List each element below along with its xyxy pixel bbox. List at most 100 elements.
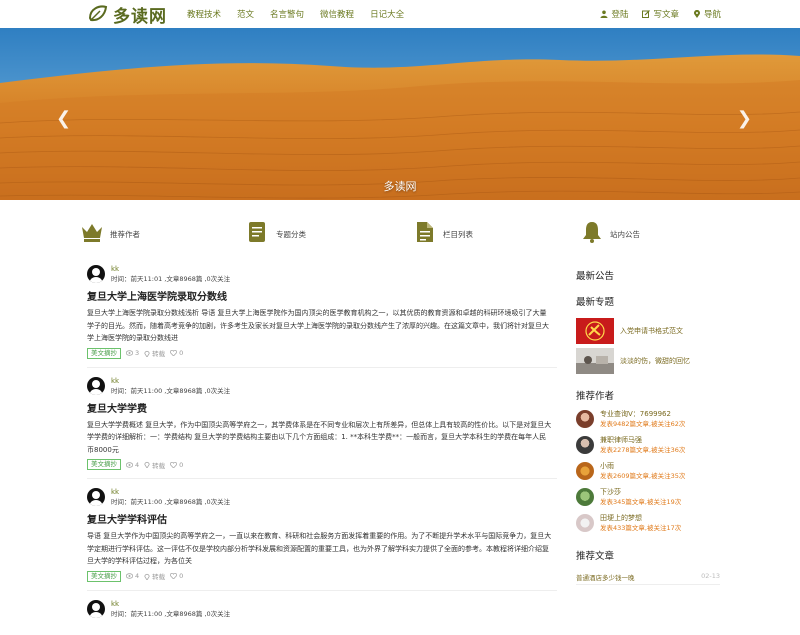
site-logo[interactable]: 多读网 (87, 2, 179, 27)
leaf-logo-icon (88, 5, 108, 22)
post-title[interactable]: 复旦大学上海医学院录取分数线 (87, 288, 557, 303)
banner-prev-arrow[interactable]: ❮ (56, 110, 71, 128)
like-count-value: 0 (179, 349, 184, 357)
post-author[interactable]: kk (111, 599, 230, 609)
topic-item[interactable]: 入党申请书格式范文 (576, 318, 720, 344)
feature-label: 专题分类 (276, 230, 306, 239)
view-count-value: 4 (135, 460, 140, 469)
desert-image (0, 28, 800, 200)
author-stats: 发表2278篇文章,被关注36次 (600, 446, 686, 454)
avatar[interactable] (87, 376, 105, 395)
feature-topic-categories[interactable]: 专题分类 (246, 220, 306, 244)
post-author[interactable]: kk (111, 264, 230, 274)
view-count: 4 (126, 461, 139, 469)
author-item[interactable]: 田埂上的梦想 发表433篇文章,被关注17次 (576, 512, 720, 534)
feature-column-list[interactable]: 栏目列表 (413, 220, 473, 244)
feature-row: 推荐作者 专题分类 栏目列表 站内公告 (80, 220, 720, 250)
header-actions: 登陆 写文章 导航 (600, 8, 721, 20)
feature-site-announcements[interactable]: 站内公告 (580, 220, 640, 244)
author-name: 小雨 (600, 462, 614, 470)
eye-icon (126, 573, 133, 579)
post-meta: kk 时间：前天11:00 ,文章8968篇 ,0次关注 (87, 376, 557, 396)
like-count[interactable]: 转载 (144, 460, 165, 470)
party-emblem-thumbnail (576, 318, 614, 344)
post-time: 时间：前天11:00 ,文章8968篇 ,0次关注 (111, 609, 231, 618)
announcements-title: 最新公告 (576, 271, 615, 282)
author-name: 兼职律师马强 (600, 436, 642, 444)
sidebar: 最新公告 最新专题 入党申请书格式范文 淡淡的伤，微甜的回忆 推荐作者 专业查询… (576, 268, 720, 585)
topic-item[interactable]: 淡淡的伤，微甜的回忆 (576, 348, 720, 374)
bell-icon (583, 222, 601, 243)
post-title[interactable]: 复旦大学学科评估 (87, 511, 557, 526)
nav-item-diary[interactable]: 日记大全 (362, 8, 412, 20)
recommended-articles-title: 推荐文章 (576, 551, 615, 562)
post-tags: 美文摘抄 3 转载 0 (87, 347, 557, 359)
write-article-link[interactable]: 写文章 (642, 8, 679, 20)
feature-label: 栏目列表 (443, 230, 473, 239)
location-icon (144, 350, 150, 357)
edit-icon (642, 10, 651, 18)
heart-count[interactable]: 0 (170, 349, 183, 357)
banner-caption: 多读网 (383, 180, 417, 193)
file-icon (417, 222, 433, 242)
hero-banner: ❮ ❯ 多读网 (0, 28, 800, 200)
post-author[interactable]: kk (111, 376, 230, 386)
category-tag[interactable]: 美文摘抄 (87, 570, 121, 582)
post-title[interactable]: 复旦大学学费 (87, 400, 557, 415)
heart-icon (170, 350, 178, 356)
post-item: kk 时间：前天11:00 ,文章8968篇 ,0次关注 (87, 599, 557, 627)
view-count-value: 3 (135, 349, 140, 357)
author-stats: 发表345篇文章,被关注19次 (600, 498, 682, 506)
post-tags: 美文摘抄 4 转载 0 (87, 459, 557, 470)
heart-count[interactable]: 0 (170, 461, 183, 469)
author-item[interactable]: 专业查询V：7699962 发表9482篇文章,被关注62次 (576, 408, 720, 430)
post-tags: 美文摘抄 4 转载 0 (87, 570, 557, 582)
nav-item-wechat[interactable]: 微信教程 (312, 8, 362, 20)
category-tag[interactable]: 美文摘抄 (87, 347, 121, 359)
author-stats: 发表9482篇文章,被关注62次 (600, 420, 686, 428)
author-item[interactable]: 兼职律师马强 发表2278篇文章,被关注36次 (576, 434, 720, 456)
login-link[interactable]: 登陆 (600, 8, 628, 20)
nav-item-essays[interactable]: 范文 (229, 8, 262, 20)
author-item[interactable]: 小雨 发表2609篇文章,被关注35次 (576, 460, 720, 482)
avatar[interactable] (87, 265, 105, 283)
topics-title: 最新专题 (576, 297, 615, 308)
like-label: 转载 (152, 461, 166, 470)
logo-text: 多读网 (113, 6, 167, 27)
category-tag[interactable]: 美文摘抄 (87, 459, 121, 470)
recommended-authors-title: 推荐作者 (576, 391, 615, 402)
banner-next-arrow[interactable]: ❯ (737, 110, 752, 128)
avatar[interactable] (87, 599, 105, 618)
nav-item-quotes[interactable]: 名言警句 (262, 8, 312, 20)
author-avatar (576, 462, 594, 480)
author-name: 田埂上的梦想 (600, 514, 642, 522)
feature-recommended-authors[interactable]: 推荐作者 (80, 220, 140, 244)
author-name: 专业查询V：7699962 (600, 410, 671, 418)
recommended-article-item[interactable]: 普通酒店多少钱一晚 02-13 (576, 572, 720, 585)
post-author[interactable]: kk (111, 487, 230, 497)
author-name: 下沙莎 (600, 488, 621, 496)
author-item[interactable]: 下沙莎 发表345篇文章,被关注19次 (576, 486, 720, 508)
post-time: 时间：前天11:00 ,文章8968篇 ,0次关注 (111, 498, 231, 506)
nav-item-tutorials[interactable]: 教程技术 (179, 8, 229, 20)
post-meta: kk 时间：前天11:00 ,文章8968篇 ,0次关注 (87, 599, 557, 619)
avatar[interactable] (87, 488, 105, 506)
like-count-value: 0 (179, 460, 184, 469)
post-meta: kk 时间：前天11:00 ,文章8968篇 ,0次关注 (87, 487, 557, 507)
heart-icon (170, 573, 178, 579)
like-count[interactable]: 转载 (144, 571, 165, 581)
guide-link[interactable]: 导航 (693, 8, 721, 20)
heart-count[interactable]: 0 (170, 572, 183, 580)
article-title: 普通酒店多少钱一晚 (576, 574, 635, 582)
location-icon (144, 461, 150, 468)
post-excerpt: 复旦大学上海医学院录取分数线浅析 导语 复旦大学上海医学院作为国内顶尖的医学教育… (87, 309, 549, 342)
post-list: kk 时间：前天11:01 ,文章8968篇 ,0次关注 复旦大学上海医学院录取… (87, 264, 557, 635)
top-header: 多读网 教程技术 范文 名言警句 微信教程 日记大全 登陆 写文章 导航 (0, 0, 800, 28)
like-count[interactable]: 转载 (144, 348, 165, 358)
feature-label: 推荐作者 (110, 230, 140, 239)
view-count-value: 4 (135, 572, 140, 580)
post-time: 时间：前天11:01 ,文章8968篇 ,0次关注 (111, 275, 231, 283)
post-item: kk 时间：前天11:01 ,文章8968篇 ,0次关注 复旦大学上海医学院录取… (87, 264, 557, 368)
author-stats: 发表433篇文章,被关注17次 (600, 524, 682, 532)
view-count: 4 (126, 572, 139, 580)
